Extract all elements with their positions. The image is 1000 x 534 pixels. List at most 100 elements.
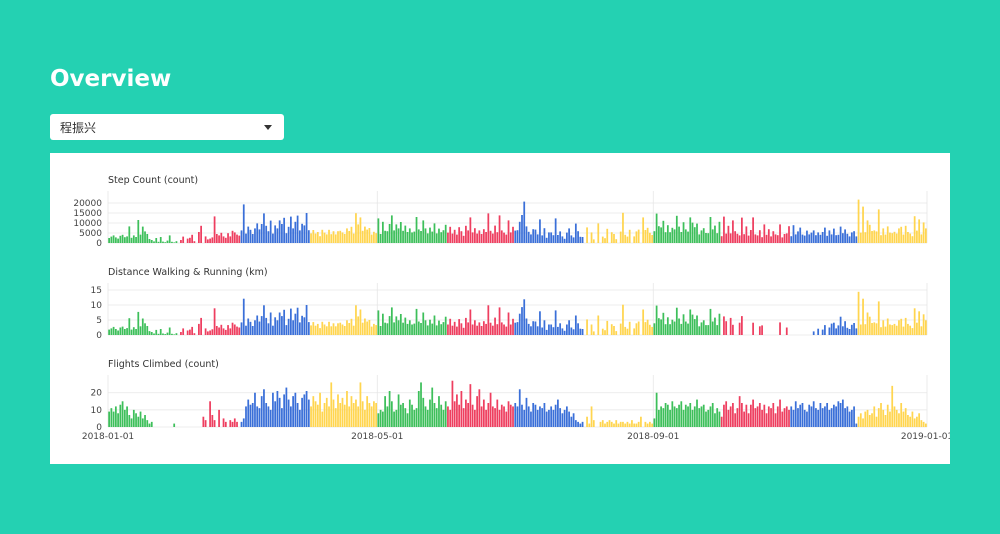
bar[interactable] [263,213,265,243]
bar[interactable] [126,236,128,243]
bar[interactable] [507,220,510,243]
bar[interactable] [240,421,243,427]
bar[interactable] [539,311,541,335]
bar[interactable] [657,409,660,427]
bar[interactable] [729,317,732,335]
bar[interactable] [837,325,840,335]
person-select[interactable]: 程振兴 [50,114,284,140]
bar[interactable] [370,406,373,427]
bar[interactable] [480,234,483,243]
bar[interactable] [397,394,400,427]
bar[interactable] [458,404,461,427]
bar[interactable] [422,312,425,336]
bar[interactable] [841,326,844,335]
bar[interactable] [868,224,871,243]
bar[interactable] [245,406,247,427]
bar[interactable] [871,323,873,335]
bar[interactable] [505,411,508,427]
bar[interactable] [909,233,912,243]
bar[interactable] [444,224,447,243]
bar[interactable] [281,224,283,243]
bar[interactable] [561,413,564,427]
bar[interactable] [902,326,905,335]
bar[interactable] [500,404,503,427]
bar[interactable] [359,217,362,243]
bar[interactable] [247,226,250,243]
bar[interactable] [691,222,694,243]
bar[interactable] [631,420,633,427]
bar[interactable] [381,313,384,335]
bar[interactable] [348,231,351,243]
bar[interactable] [841,399,844,427]
bar[interactable] [855,236,858,243]
bar[interactable] [220,232,223,243]
bar[interactable] [114,237,117,243]
bar[interactable] [557,235,559,243]
bar[interactable] [774,234,777,243]
bar[interactable] [848,329,851,335]
bar[interactable] [898,413,900,427]
bar[interactable] [346,391,348,427]
bar[interactable] [613,234,615,243]
bar[interactable] [498,215,501,243]
bar[interactable] [341,397,344,427]
bar[interactable] [431,323,434,335]
bar[interactable] [707,325,710,335]
bar[interactable] [725,321,728,335]
bar[interactable] [465,399,467,427]
bar[interactable] [741,217,743,243]
bar[interactable] [761,325,763,335]
bar[interactable] [790,236,793,243]
bar[interactable] [108,329,110,335]
bar[interactable] [700,322,703,335]
bar[interactable] [164,334,167,335]
bar[interactable] [691,409,694,427]
bar[interactable] [904,317,907,335]
bar[interactable] [364,409,366,427]
bar[interactable] [716,408,719,427]
bar[interactable] [449,226,452,243]
bar[interactable] [390,307,393,335]
bar[interactable] [469,384,472,427]
bar[interactable] [512,226,514,243]
bar[interactable] [150,421,153,427]
bar[interactable] [395,409,398,427]
bar[interactable] [386,231,389,243]
bar[interactable] [489,230,492,243]
bar[interactable] [776,406,779,427]
bar[interactable] [644,421,647,427]
bar[interactable] [377,310,380,335]
bar[interactable] [204,328,207,335]
bar[interactable] [249,321,252,335]
bar[interactable] [898,228,900,243]
bar[interactable] [601,420,604,427]
bar[interactable] [157,333,160,335]
bar[interactable] [893,323,896,335]
bar[interactable] [662,408,665,427]
bar[interactable] [204,420,207,427]
bar[interactable] [224,329,227,335]
bar[interactable] [121,234,124,243]
bar[interactable] [278,220,281,243]
bar[interactable] [891,233,894,243]
bar[interactable] [765,413,768,427]
bar[interactable] [523,299,526,335]
bar[interactable] [240,230,243,243]
bar[interactable] [222,236,225,243]
bar[interactable] [229,328,232,335]
bar[interactable] [772,403,775,427]
bar[interactable] [877,209,880,243]
bar[interactable] [449,409,452,427]
bar[interactable] [725,233,728,243]
bar[interactable] [700,406,703,427]
bar[interactable] [287,399,290,427]
bar[interactable] [920,234,923,243]
bar[interactable] [597,315,600,336]
bar[interactable] [350,396,353,427]
bar[interactable] [110,236,113,243]
bar[interactable] [112,235,115,243]
bar[interactable] [231,322,234,335]
bar[interactable] [254,320,256,335]
bar[interactable] [664,232,667,243]
bar[interactable] [622,212,624,243]
